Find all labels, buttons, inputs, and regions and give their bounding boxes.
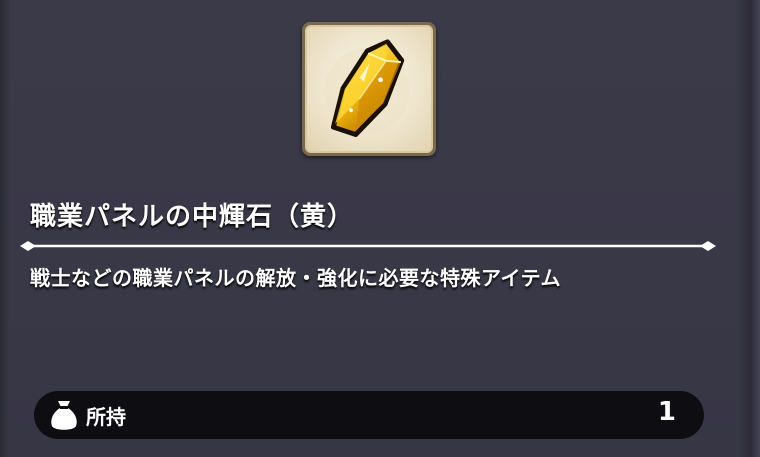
money-bag-icon xyxy=(51,401,77,430)
golden-crystal-icon xyxy=(305,25,433,153)
item-detail-panel: 職業パネルの中輝石（黄） 戦士などの職業パネルの解放・強化に必要な特殊アイテム … xyxy=(0,0,760,457)
owned-label: 所持 xyxy=(86,405,126,429)
owned-count: 1 xyxy=(657,397,676,427)
item-name: 職業パネルの中輝石（黄） xyxy=(30,202,355,232)
panel-scrollbar[interactable] xyxy=(736,0,760,457)
item-icon-frame xyxy=(302,22,436,156)
title-divider xyxy=(20,241,716,251)
item-description: 戦士などの職業パネルの解放・強化に必要な特殊アイテム xyxy=(30,266,561,290)
panel-left-edge xyxy=(0,0,10,457)
owned-count-bar: 所持 1 xyxy=(34,391,704,439)
